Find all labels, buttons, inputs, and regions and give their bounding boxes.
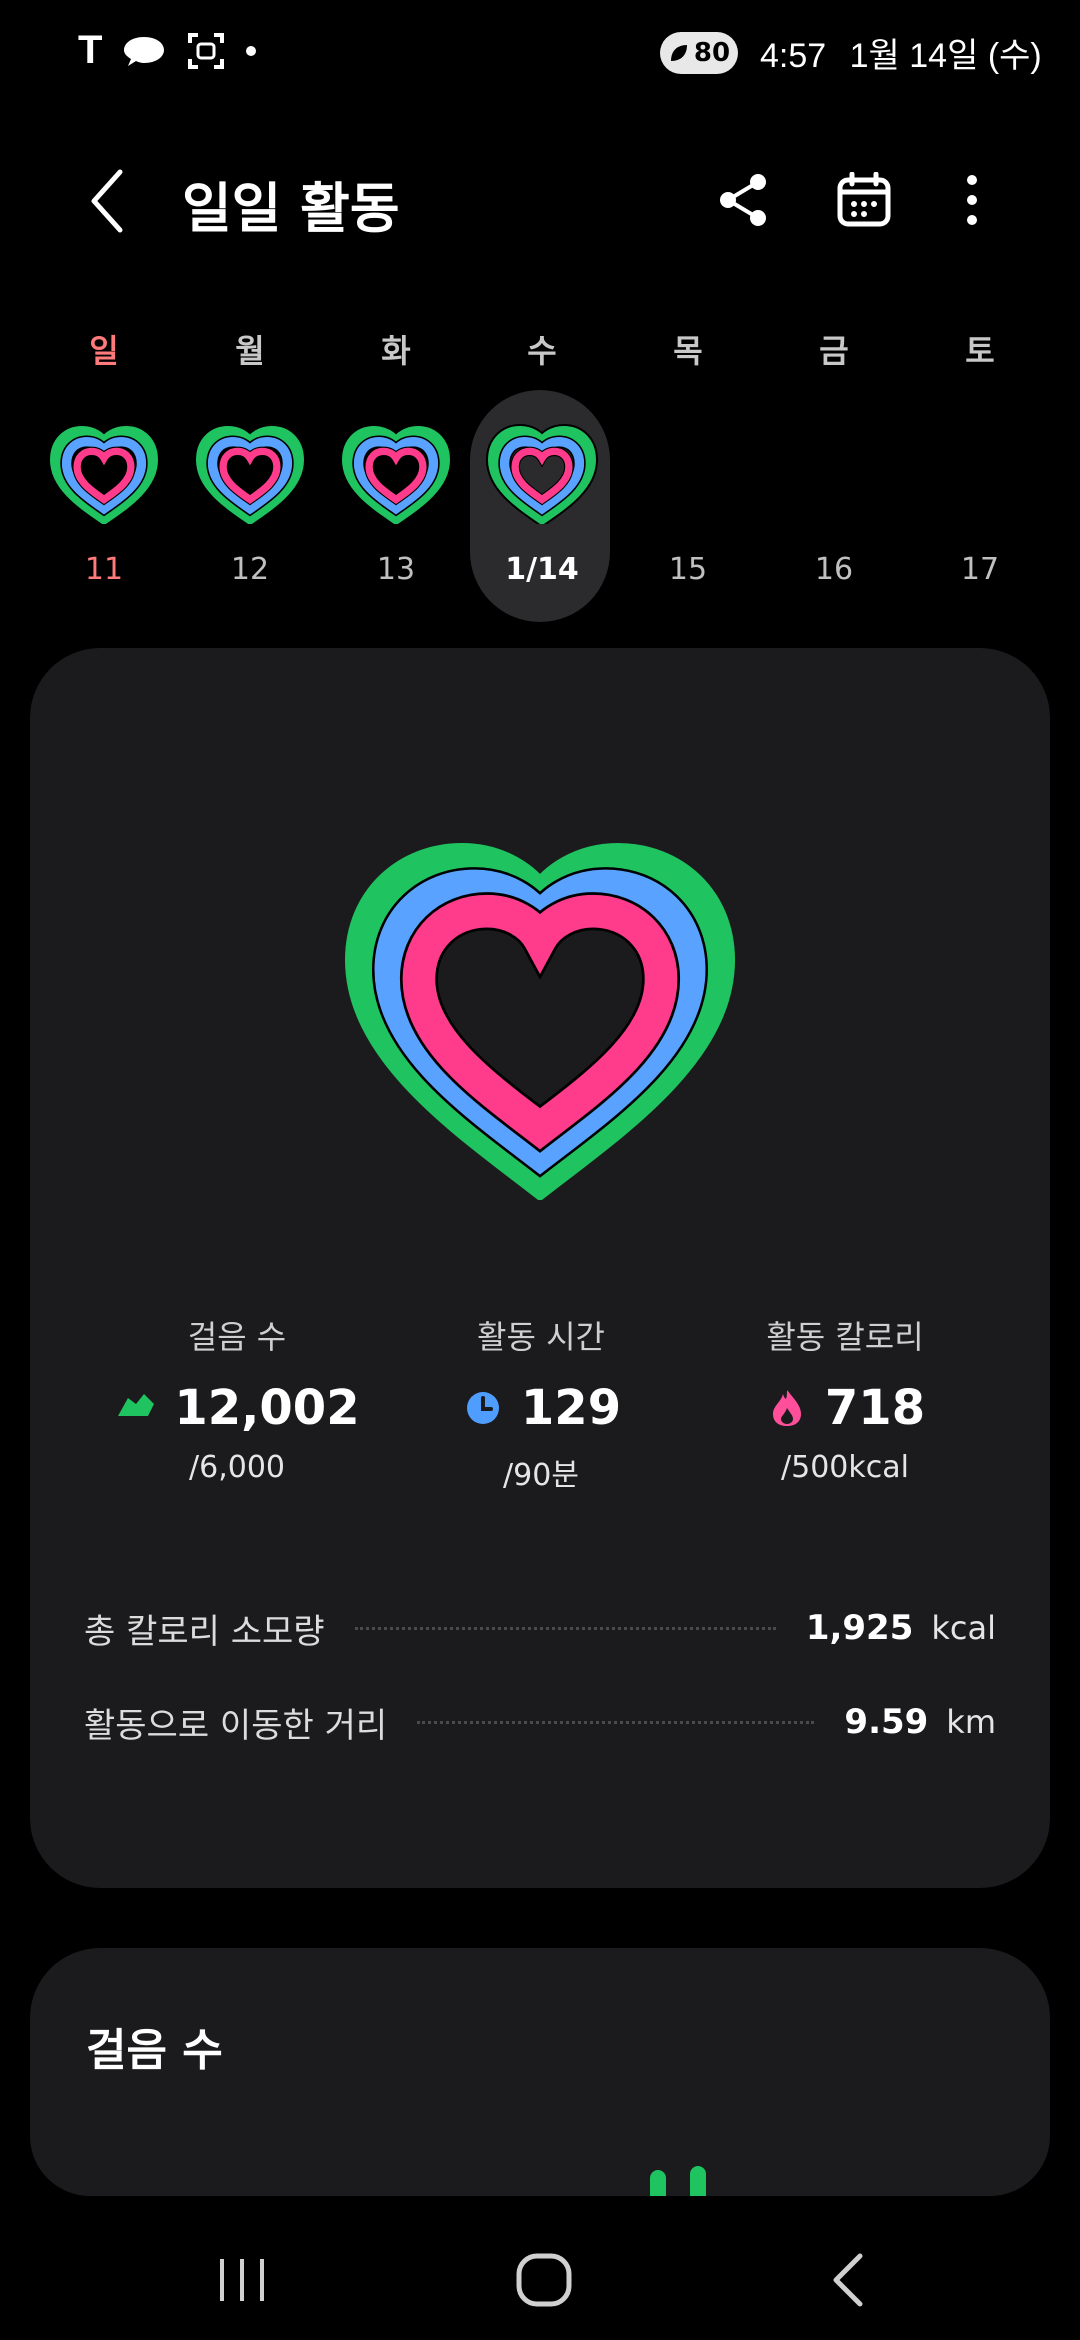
weekday-label: 수 bbox=[527, 332, 557, 370]
stat-value: 718 bbox=[824, 1380, 926, 1436]
steps-bar bbox=[690, 2166, 706, 2196]
day-number: 13 bbox=[376, 552, 416, 587]
stat-label: 걸음 수 bbox=[187, 1318, 287, 1356]
day-number: 11 bbox=[84, 552, 124, 587]
distance-unit: km bbox=[946, 1703, 996, 1741]
flame-icon bbox=[765, 1386, 809, 1430]
leaf-icon bbox=[670, 45, 687, 61]
shoe-icon bbox=[114, 1386, 158, 1430]
battery-level: 80 bbox=[693, 38, 731, 68]
distance-row: 활동으로 이동한 거리 9.59 km bbox=[84, 1694, 996, 1750]
weekday-label: 월 bbox=[235, 332, 265, 370]
back-nav-icon bbox=[833, 2253, 863, 2307]
day-number: 16 bbox=[814, 552, 854, 587]
total-calories-unit: kcal bbox=[931, 1609, 996, 1647]
calendar-icon bbox=[837, 172, 891, 227]
mini-heart-icon bbox=[194, 424, 306, 524]
home-button[interactable] bbox=[494, 2240, 594, 2320]
chat-icon bbox=[124, 36, 165, 66]
stat-value-group: 12,002 bbox=[87, 1380, 387, 1436]
day-number: 15 bbox=[668, 552, 708, 587]
more-icon bbox=[967, 175, 977, 225]
status-time: 4:57 bbox=[760, 37, 827, 75]
total-calories-row: 총 칼로리 소모량 1,925 kcal bbox=[84, 1600, 996, 1656]
stat-label: 활동 칼로리 bbox=[766, 1318, 924, 1356]
stat-value-group: 129 bbox=[391, 1380, 691, 1436]
dotted-leader bbox=[354, 1626, 776, 1630]
dotted-leader bbox=[417, 1720, 815, 1724]
day-cell-5[interactable] bbox=[618, 400, 758, 620]
stat-value-group: 718 bbox=[695, 1380, 995, 1436]
stat-goal: /500kcal bbox=[781, 1450, 909, 1485]
total-calories-value: 1,925 bbox=[805, 1608, 914, 1648]
weekday-label: 일 bbox=[89, 332, 119, 370]
distance-label: 활동으로 이동한 거리 bbox=[84, 1705, 388, 1746]
calendar-button[interactable] bbox=[832, 168, 896, 232]
weekday-label: 토 bbox=[965, 332, 995, 370]
day-number: 12 bbox=[230, 552, 270, 587]
carrier-label: T bbox=[78, 28, 103, 72]
recents-icon bbox=[220, 2259, 264, 2301]
stat-value: 12,002 bbox=[174, 1380, 360, 1436]
stat-value: 129 bbox=[520, 1380, 622, 1436]
stat-goal: /6,000 bbox=[189, 1450, 285, 1485]
clock-icon bbox=[461, 1386, 505, 1430]
mini-heart-icon bbox=[340, 424, 452, 524]
activity-rings-heart bbox=[322, 820, 758, 1200]
day-cell-7[interactable] bbox=[910, 400, 1050, 620]
back-icon bbox=[91, 169, 123, 233]
total-calories-label: 총 칼로리 소모량 bbox=[84, 1611, 325, 1652]
mini-heart-icon bbox=[48, 424, 160, 524]
mini-heart-icon bbox=[486, 424, 598, 524]
weekday-label: 화 bbox=[381, 332, 411, 370]
day-number: 17 bbox=[960, 552, 1000, 587]
back-button[interactable] bbox=[86, 166, 126, 236]
stat-goal: /90분 bbox=[503, 1458, 579, 1493]
screenshot-icon bbox=[188, 32, 225, 69]
recents-button[interactable] bbox=[192, 2240, 292, 2320]
steps-card[interactable]: 걸음 수 bbox=[30, 1948, 1050, 2196]
status-date: 1월 14일 (수) bbox=[849, 37, 1042, 75]
day-number: 1/14 bbox=[505, 552, 579, 587]
weekday-label: 금 bbox=[819, 332, 849, 370]
stat-label: 활동 시간 bbox=[477, 1318, 605, 1356]
share-button[interactable] bbox=[712, 168, 776, 232]
weekday-label: 목 bbox=[673, 332, 703, 370]
back-nav-button[interactable] bbox=[798, 2240, 898, 2320]
steps-card-title: 걸음 수 bbox=[86, 2025, 223, 2076]
status-clock: 4:57 1월 14일 (수) bbox=[760, 28, 1042, 77]
battery-indicator: 80 bbox=[660, 32, 738, 74]
day-cell-6[interactable] bbox=[764, 400, 904, 620]
steps-bar bbox=[650, 2170, 666, 2196]
page-title: 일일 활동 bbox=[182, 177, 400, 240]
share-icon bbox=[720, 174, 766, 226]
more-options-button[interactable] bbox=[940, 168, 1004, 232]
distance-value: 9.59 bbox=[844, 1702, 929, 1742]
home-icon bbox=[516, 2253, 572, 2307]
status-left-icons: T bbox=[78, 28, 257, 73]
notification-dot bbox=[246, 45, 257, 56]
status-bar: T 80 4:57 1월 14일 (수) bbox=[0, 0, 1080, 104]
